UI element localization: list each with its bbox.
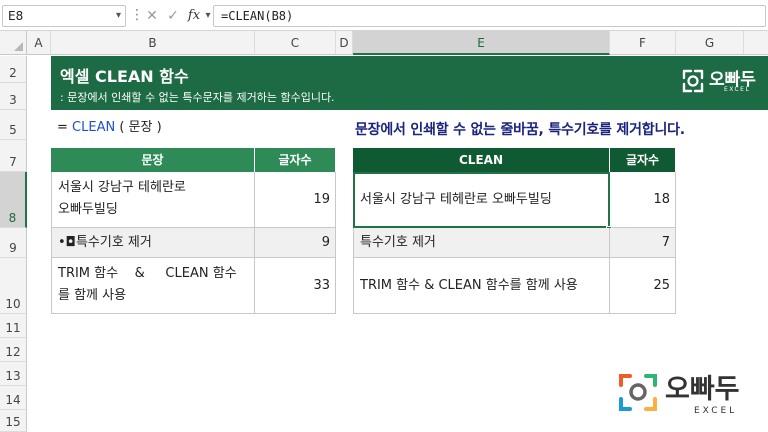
- more-options-icon[interactable]: ⋮: [130, 7, 144, 25]
- function-description: 문장에서 인쇄할 수 없는 줄바꿈, 특수기호를 제거합니다.: [355, 122, 685, 138]
- chevron-down-icon[interactable]: ▾: [116, 6, 121, 26]
- count-cell[interactable]: 25: [610, 258, 676, 314]
- column-header-e[interactable]: E: [353, 31, 610, 55]
- column-header-d[interactable]: D: [336, 31, 353, 55]
- watermark-text: 오빠두: [665, 374, 740, 405]
- logo-icon: [619, 374, 657, 411]
- table-row[interactable]: 서울시 강남구 테헤란로 오빠두빌딩: [51, 172, 255, 228]
- column-header-c[interactable]: C: [255, 31, 336, 55]
- row-header-3[interactable]: 3: [0, 83, 27, 110]
- cell-text-line: 오빠두빌딩: [58, 202, 118, 217]
- count-cell[interactable]: 19: [255, 172, 336, 228]
- row-header-2[interactable]: 2: [0, 56, 27, 83]
- syntax-prefix: =: [57, 120, 73, 135]
- count-cell[interactable]: 9: [255, 228, 336, 258]
- cancel-icon[interactable]: ✕: [143, 7, 161, 25]
- column-header-a[interactable]: A: [27, 31, 51, 55]
- table-row[interactable]: •◘특수기호 제거: [51, 228, 255, 258]
- page-subtitle: : 문장에서 인쇄할 수 없는 특수문자를 제거하는 함수입니다.: [60, 91, 335, 104]
- function-syntax: = CLEAN ( 문장 ): [57, 116, 162, 135]
- row-header-12[interactable]: 12: [0, 338, 27, 362]
- watermark-logo: 오빠두 EXCEL: [617, 369, 742, 421]
- count-cell[interactable]: 7: [610, 228, 676, 258]
- logo-subtext: EXCEL: [724, 86, 751, 93]
- column-header-b[interactable]: B: [51, 31, 255, 55]
- page-title: 엑셀 CLEAN 함수: [60, 67, 189, 86]
- column-header-h[interactable]: [744, 31, 768, 55]
- row-header-8[interactable]: 8: [0, 172, 27, 228]
- count-cell[interactable]: 33: [255, 258, 336, 314]
- formula-bar: E8 ▾ ⋮ ✕ ✓ fx ▾ =CLEAN(B8): [0, 0, 768, 31]
- column-header-g[interactable]: G: [676, 31, 744, 55]
- right-table-header-count: 글자수: [610, 148, 676, 172]
- cell-text-line: TRIM 함수 & CLEAN 함수: [58, 266, 237, 281]
- name-box[interactable]: E8 ▾: [2, 5, 126, 27]
- row-header-14[interactable]: 14: [0, 386, 27, 410]
- selected-cell-e8[interactable]: 서울시 강남구 테헤란로 오빠두빌딩: [353, 172, 610, 228]
- table-row[interactable]: TRIM 함수 & CLEAN 함수 를 함께 사용: [51, 258, 255, 314]
- row-header-9[interactable]: 9: [0, 228, 27, 258]
- syntax-args: ( 문장 ): [115, 120, 162, 135]
- name-box-value: E8: [8, 9, 24, 23]
- watermark-subtext: EXCEL: [694, 406, 738, 416]
- cell-text-line: 를 함께 사용: [58, 288, 127, 303]
- cell-text-line: 서울시 강남구 테헤란로: [58, 180, 186, 195]
- brand-logo: 오빠두 EXCEL: [681, 66, 763, 96]
- left-table-header-count: 글자수: [255, 148, 336, 172]
- formula-input[interactable]: =CLEAN(B8): [213, 5, 766, 27]
- table-row[interactable]: TRIM 함수 & CLEAN 함수를 함께 사용: [353, 258, 610, 314]
- table-row[interactable]: 특수기호 제거: [353, 228, 610, 258]
- syntax-function: CLEAN: [72, 120, 116, 135]
- row-header-13[interactable]: 13: [0, 362, 27, 386]
- count-cell[interactable]: 18: [610, 172, 676, 228]
- left-table-header-text: 문장: [51, 148, 255, 172]
- select-all-button[interactable]: [0, 31, 27, 55]
- right-table-header-text: CLEAN: [353, 148, 610, 172]
- row-header-10[interactable]: 10: [0, 258, 27, 314]
- logo-icon: [682, 69, 704, 93]
- row-header-5[interactable]: 5: [0, 110, 27, 140]
- row-header-7[interactable]: 7: [0, 140, 27, 172]
- column-header-f[interactable]: F: [610, 31, 676, 55]
- row-header-15[interactable]: 15: [0, 410, 27, 432]
- confirm-icon[interactable]: ✓: [164, 7, 182, 25]
- row-header-11[interactable]: 11: [0, 314, 27, 338]
